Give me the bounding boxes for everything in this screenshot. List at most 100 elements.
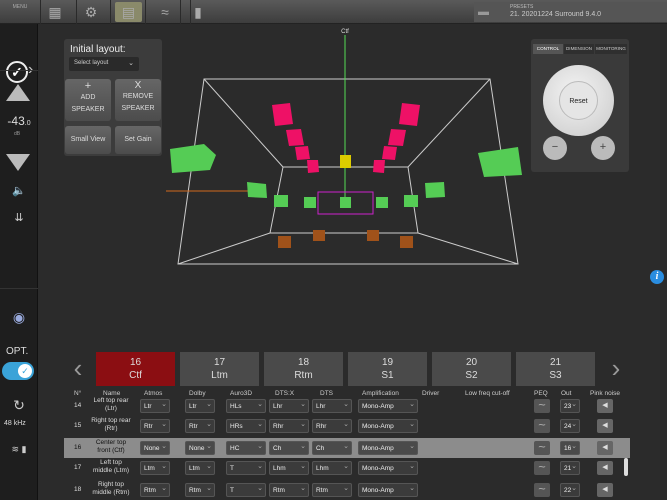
speaker-icon[interactable]: ◀ [597,441,613,455]
dts-select[interactable]: Rhr [312,419,352,433]
atmos-select[interactable]: None [140,441,170,455]
auro3d-select[interactable]: HRs [226,419,266,433]
channel-button[interactable]: 19 S1 [348,352,427,386]
table-row[interactable]: 14 Left top rear(Ltr) Ltr Ltr HLs Lhr Lh… [64,396,630,416]
peq-icon[interactable]: ⁓ [534,483,550,497]
dts-select[interactable]: Lhr [312,399,352,413]
auro3d-select[interactable]: HLs [226,399,266,413]
gain-up-button[interactable] [6,84,30,101]
table-row[interactable]: 15 Right top rear(Rtr) Rtr Rtr HRs Rhr R… [64,416,630,436]
speaker-icon[interactable]: ◀ [597,399,613,413]
channel-button[interactable]: 21 S3 [516,352,595,386]
speaker-top-right-2 [388,129,406,146]
dts-select[interactable]: Lhm [312,461,352,475]
dolby-select[interactable]: Rtm [185,483,215,497]
row-name: Right top middle (Rtm) [88,481,134,497]
add-speaker-button[interactable]: + ADD SPEAKER [65,79,111,121]
out-select[interactable]: 24 [560,419,580,433]
gear-icon[interactable]: ⚙ [78,2,104,22]
dts-select[interactable]: Rtm [312,483,352,497]
out-select[interactable]: 22 [560,483,580,497]
zoom-in-icon[interactable]: + [591,136,615,160]
layout-select[interactable]: Select layout ⌄ [69,57,139,71]
speaker-icon[interactable]: ◀ [597,483,613,497]
menu-button[interactable]: MENU [2,2,38,22]
speaker-ear-left [170,144,216,173]
row-name: Center top front (Ctf) [88,439,134,455]
dtsx-select[interactable]: Lhm [269,461,309,475]
out-select[interactable]: 16 [560,441,580,455]
amplification-select[interactable]: Mono-Amp [358,419,418,433]
dtsx-select[interactable]: Lhr [269,399,309,413]
auro3d-select[interactable]: T [226,461,266,475]
logo-icon: ✓ [6,61,28,83]
atmos-select[interactable]: Ltr [140,399,170,413]
atmos-select[interactable]: Rtr [140,419,170,433]
table-scrollbar[interactable] [624,458,628,476]
set-gain-button[interactable]: Set Gain [115,126,161,154]
tab-monitoring[interactable]: MONITORING [595,44,627,54]
presets-box[interactable]: ▬ PRESETS 21. 20201224 Surround 9.4.0 [474,2,667,22]
grid-icon[interactable]: ▦ [42,2,68,22]
channel-button[interactable]: 18 Rtm [264,352,343,386]
speaker-3d-view[interactable]: Ctf [162,27,532,327]
dtsx-select[interactable]: Ch [269,441,309,455]
channel-name: S3 [549,370,562,381]
amplification-select[interactable]: Mono-Amp [358,483,418,497]
speaker-icon[interactable]: ◀ [597,461,613,475]
out-select[interactable]: 21 [560,461,580,475]
speaker-center-top [340,155,351,168]
atmos-select[interactable]: Rtm [140,483,170,497]
speaker-top-left-2 [286,129,304,146]
peq-icon[interactable]: ⁓ [534,419,550,433]
dtsx-select[interactable]: Rhr [269,419,309,433]
layout-icon[interactable]: ▤ [115,2,142,22]
sync-icon[interactable]: ↻ [10,397,28,413]
stream-icon[interactable]: ≈ [150,2,180,22]
tab-dimension[interactable]: DIMENSION [564,44,594,54]
dts-select[interactable]: Ch [312,441,352,455]
row-name-line1: Right top [97,481,125,488]
amplification-select[interactable]: Mono-Amp [358,399,418,413]
peq-icon[interactable]: ⁓ [534,441,550,455]
gain-unit: dB [14,131,21,137]
headphone-icon[interactable]: ◉ [8,309,30,325]
table-row[interactable]: 18 Right topmiddle (Rtm) Rtm Rtm T Rtm R… [64,480,630,500]
remove-speaker-button[interactable]: X REMOVE SPEAKER [115,79,161,121]
channel-button[interactable]: 17 Ltm [180,352,259,386]
small-view-button[interactable]: Small View [65,126,111,154]
room-edge [203,78,284,168]
mic-icon[interactable]: ▮ [192,2,204,22]
navigation-dial[interactable]: Reset [543,65,614,136]
dtsx-select[interactable]: Rtm [269,483,309,497]
auro3d-select[interactable]: T [226,483,266,497]
chevron-right-icon[interactable]: › [608,352,624,386]
amplification-select[interactable]: Mono-Amp [358,461,418,475]
channel-button[interactable]: 20 S2 [432,352,511,386]
atmos-select[interactable]: Ltm [140,461,170,475]
tab-control[interactable]: CONTROL [533,44,563,54]
row-name-line2: (Rtr) [104,425,118,432]
auro3d-select[interactable]: HC [226,441,266,455]
amplification-select[interactable]: Mono-Amp [358,441,418,455]
table-row-selected[interactable]: 16 Center topfront (Ctf) None None HC Ch… [64,438,630,458]
channel-button[interactable]: 16 Ctf [96,352,175,386]
opt-toggle[interactable]: ✓ [2,362,34,380]
reset-button[interactable]: Reset [559,81,598,120]
info-icon[interactable]: i [650,270,664,284]
out-select[interactable]: 23 [560,399,580,413]
zoom-out-icon[interactable]: − [543,136,567,160]
mute-icon[interactable]: 🔈 [10,184,28,198]
dolby-select[interactable]: Ltr [185,399,215,413]
dolby-select[interactable]: Rtr [185,419,215,433]
peq-icon[interactable]: ⁓ [534,461,550,475]
chevron-left-icon[interactable]: ‹ [70,352,86,386]
dim-icon[interactable]: ⇊ [10,211,28,225]
speaker-icon[interactable]: ◀ [597,419,613,433]
gain-down-button[interactable] [6,154,30,171]
table-row[interactable]: 17 Left topmiddle (Ltm) Ltm Ltm T Lhm Lh… [64,458,630,478]
wifi-icon: ≋ ▮ [11,444,27,454]
dolby-select[interactable]: Ltm [185,461,215,475]
dolby-select[interactable]: None [185,441,215,455]
peq-icon[interactable]: ⁓ [534,399,550,413]
